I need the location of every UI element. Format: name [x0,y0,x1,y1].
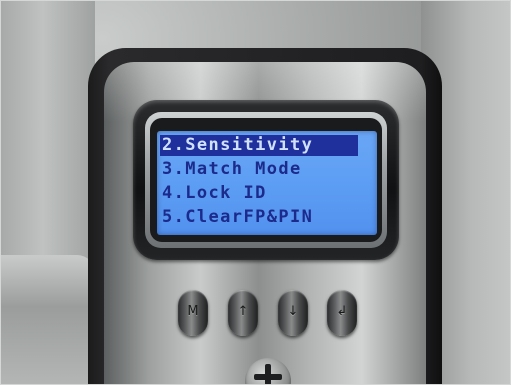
menu-item-lock-id[interactable]: 4.Lock ID [160,183,267,204]
ok-icon: ↲ [336,304,348,319]
down-button[interactable]: ↓ [278,290,308,336]
lock-photo: 2.Sensitivity 3.Match Mode 4.Lock ID 5.C… [0,0,511,385]
menu-icon: M [187,304,199,319]
menu-item-sensitivity[interactable]: 2.Sensitivity [160,135,358,156]
up-button[interactable]: ↑ [228,290,258,336]
lcd-screen: 2.Sensitivity 3.Match Mode 4.Lock ID 5.C… [157,131,377,235]
menu-item-clear-fp-pin[interactable]: 5.ClearFP&PIN [160,207,313,228]
ok-button[interactable]: ↲ [327,290,357,336]
down-arrow-icon: ↓ [287,304,299,319]
door-handle [0,255,95,385]
keypad-buttons: M ↑ ↓ ↲ [175,290,365,338]
screw-slot [265,364,271,385]
up-arrow-icon: ↑ [237,304,249,319]
menu-button[interactable]: M [178,290,208,336]
menu-item-match-mode[interactable]: 3.Match Mode [160,159,302,180]
